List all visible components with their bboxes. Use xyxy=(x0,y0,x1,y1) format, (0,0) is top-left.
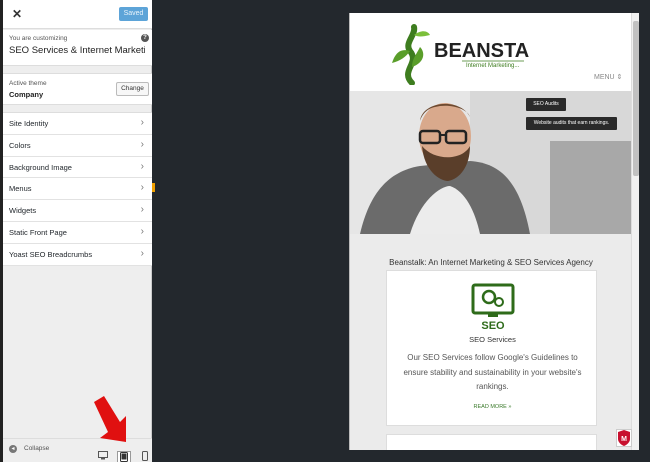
section-static-front-page[interactable]: Static Front Page › xyxy=(3,222,152,244)
page-title: Beanstalk: An Internet Marketing & SEO S… xyxy=(389,258,593,267)
section-label: Background Image xyxy=(9,162,72,172)
chevron-right-icon: › xyxy=(140,160,144,172)
content-area: Beanstalk: An Internet Marketing & SEO S… xyxy=(350,234,632,450)
security-badge-icon[interactable]: M xyxy=(616,429,632,447)
chevron-right-icon: › xyxy=(140,182,144,194)
section-site-identity[interactable]: Site Identity › xyxy=(3,113,152,135)
section-label: Menus xyxy=(9,184,32,194)
customizing-info: You are customizing SEO Services & Inter… xyxy=(3,30,152,66)
section-label: Widgets xyxy=(9,206,37,216)
menu-toggle-button[interactable]: MENU ⇕ xyxy=(594,73,622,81)
theme-name: Company xyxy=(9,90,44,99)
preview-scrollbar[interactable] xyxy=(631,13,639,450)
site-header: BEANSTALK Internet Marketing... MENU ⇕ xyxy=(350,13,630,91)
scroll-thumb[interactable] xyxy=(633,21,639,176)
collapse-button[interactable]: Collapse xyxy=(24,445,49,452)
chevron-right-icon: › xyxy=(140,117,144,128)
saved-button[interactable]: Saved xyxy=(119,7,148,21)
tablet-icon[interactable] xyxy=(117,451,131,462)
website-audits-tooltip[interactable]: Website audits that earn rankings. xyxy=(526,117,617,130)
chevron-right-icon: › xyxy=(140,138,144,150)
mobile-icon[interactable] xyxy=(140,451,150,462)
section-widgets[interactable]: Widgets › xyxy=(3,200,152,222)
badge-letter: M xyxy=(621,436,627,443)
chevron-right-icon: › xyxy=(140,225,144,237)
chevron-right-icon: › xyxy=(140,247,144,259)
change-theme-button[interactable]: Change xyxy=(116,82,149,96)
site-name: SEO Services & Internet Marketing xyxy=(9,45,145,56)
section-label: Colors xyxy=(9,140,31,150)
logo-text: BEANSTALK xyxy=(434,40,530,62)
logo-tagline: Internet Marketing... xyxy=(466,63,520,69)
customizer-sections: Site Identity › Colors › Background Imag… xyxy=(3,112,152,266)
section-label: Static Front Page xyxy=(9,227,67,237)
section-label: Yoast SEO Breadcrumbs xyxy=(9,249,93,259)
customizing-label: You are customizing xyxy=(9,35,68,42)
seo-icon-text: SEO xyxy=(481,320,505,331)
customizer-header: ✕ Saved xyxy=(3,0,152,29)
active-theme-label: Active theme xyxy=(9,80,47,87)
chevron-right-icon: › xyxy=(140,204,144,216)
section-yoast-seo-breadcrumbs[interactable]: Yoast SEO Breadcrumbs › xyxy=(3,244,152,266)
beanstalk-logo[interactable]: BEANSTALK Internet Marketing... xyxy=(390,23,530,85)
desktop-icon[interactable] xyxy=(97,451,109,462)
close-icon[interactable]: ✕ xyxy=(9,6,25,22)
section-label: Site Identity xyxy=(9,119,49,128)
section-background-image[interactable]: Background Image › xyxy=(3,157,152,179)
seo-services-card: SEO SEO Services Our SEO Services follow… xyxy=(386,270,597,426)
read-more-link[interactable]: READ MORE » xyxy=(387,404,598,410)
section-menus[interactable]: Menus › xyxy=(3,178,152,201)
customizer-sidebar: ✕ Saved You are customizing SEO Services… xyxy=(0,0,152,462)
active-theme-panel: Active theme Company Change xyxy=(3,73,152,105)
red-arrow-annotation-icon xyxy=(94,396,126,442)
collapse-icon[interactable]: ◂ xyxy=(9,445,17,453)
help-icon[interactable]: ? xyxy=(141,34,149,42)
card-text: Our SEO Services follow Google's Guideli… xyxy=(403,353,582,391)
section-colors[interactable]: Colors › xyxy=(3,135,152,157)
edge-tab xyxy=(152,183,155,192)
seo-monitor-icon: SEO xyxy=(471,283,515,331)
hero-image: SEO Audits Website audits that earn rank… xyxy=(350,91,632,234)
next-card xyxy=(386,434,597,450)
seo-audits-tooltip[interactable]: SEO Audits xyxy=(526,98,566,111)
site-preview: BEANSTALK Internet Marketing... MENU ⇕ S… xyxy=(349,13,639,450)
card-title: SEO Services xyxy=(469,335,516,344)
hero-illustration xyxy=(350,91,632,234)
